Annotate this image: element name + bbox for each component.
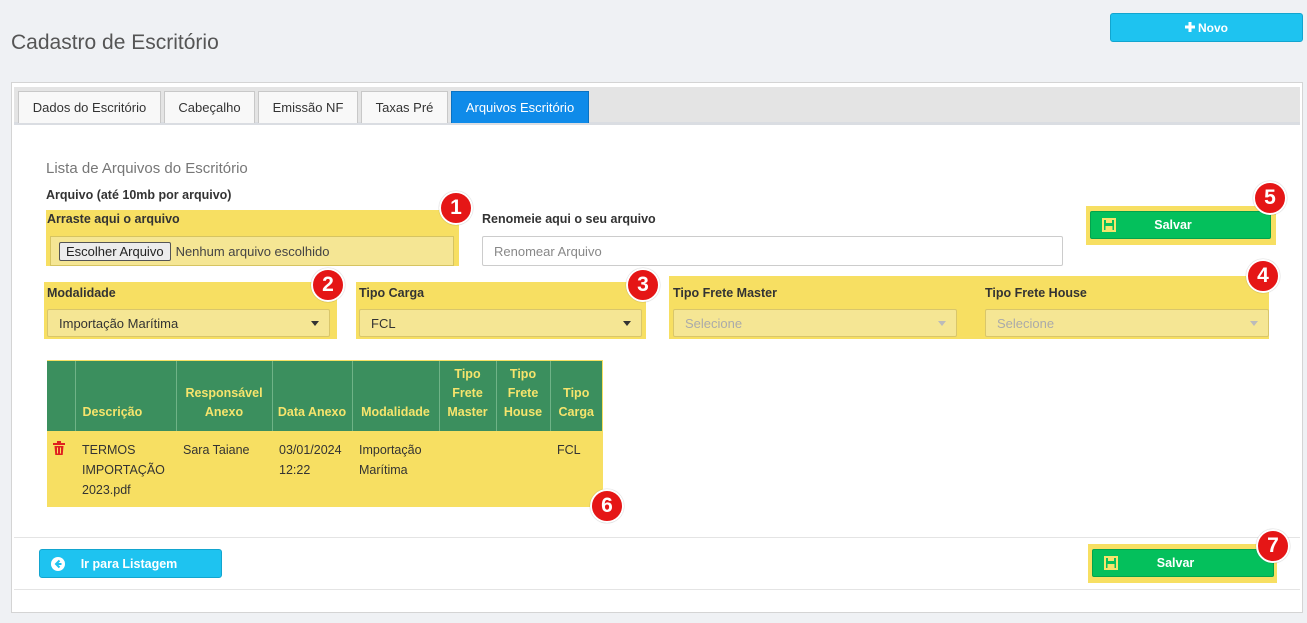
table-header-modalidade: Modalidade bbox=[352, 361, 440, 431]
chevron-down-icon bbox=[938, 320, 946, 326]
file-status: Nenhum arquivo escolhido bbox=[175, 243, 330, 259]
tipo-carga-select[interactable]: FCL bbox=[359, 309, 642, 337]
table-header-descricao: Descrição bbox=[75, 361, 177, 431]
tipo-frete-house-value: Selecione bbox=[997, 315, 1055, 331]
save-icon bbox=[1104, 556, 1118, 570]
marker-1: 1 bbox=[439, 191, 473, 225]
cell-frete-master bbox=[439, 431, 496, 509]
save-button-top-label: Salvar bbox=[1154, 218, 1192, 232]
table-header-actions bbox=[47, 361, 76, 431]
marker-7: 7 bbox=[1256, 529, 1290, 563]
drop-label: Arraste aqui o arquivo bbox=[47, 212, 180, 226]
save-icon bbox=[1102, 218, 1116, 232]
tab-arquivos-escritorio[interactable]: Arquivos Escritório bbox=[451, 91, 589, 123]
tab-taxas-pre[interactable]: Taxas Pré bbox=[361, 91, 448, 123]
cell-frete-house bbox=[496, 431, 550, 509]
chevron-down-icon bbox=[623, 320, 631, 326]
rename-label: Renomeie aqui o seu arquivo bbox=[482, 212, 656, 226]
modalidade-label: Modalidade bbox=[47, 286, 116, 300]
file-input[interactable]: Escolher Arquivo Nenhum arquivo escolhid… bbox=[50, 236, 454, 266]
table-header-frete-house: Tipo Frete House bbox=[496, 361, 551, 431]
trash-icon[interactable] bbox=[53, 441, 65, 461]
go-to-list-button[interactable]: Ir para Listagem bbox=[39, 549, 222, 578]
marker-4: 4 bbox=[1246, 259, 1280, 293]
chevron-down-icon bbox=[311, 320, 319, 326]
footer-divider-top bbox=[14, 537, 1300, 538]
modalidade-value: Importação Marítima bbox=[59, 315, 179, 331]
row-actions bbox=[47, 431, 75, 509]
file-size-label: Arquivo (até 10mb por arquivo) bbox=[46, 188, 232, 202]
choose-file-button[interactable]: Escolher Arquivo bbox=[59, 241, 171, 261]
page-title: Cadastro de Escritório bbox=[11, 31, 219, 54]
save-button-bottom[interactable]: Salvar bbox=[1092, 549, 1274, 577]
arrow-left-circle-icon bbox=[51, 556, 65, 571]
cell-responsavel: Sara Taiane bbox=[183, 443, 250, 457]
marker-5: 5 bbox=[1253, 181, 1287, 215]
file-list-heading: Lista de Arquivos do Escritório bbox=[46, 160, 248, 177]
tipo-frete-master-label: Tipo Frete Master bbox=[673, 286, 777, 300]
table-header-row: Descrição Responsável Anexo Data Anexo M… bbox=[47, 361, 602, 431]
tipo-frete-master-select[interactable]: Selecione bbox=[673, 309, 957, 337]
cell-modalidade: Importação Marítima bbox=[359, 443, 422, 477]
tab-dados-escritorio[interactable]: Dados do Escritório bbox=[18, 91, 161, 123]
marker-6: 6 bbox=[590, 489, 624, 523]
footer-divider-bottom bbox=[14, 589, 1300, 590]
go-to-list-label: Ir para Listagem bbox=[80, 556, 178, 571]
file-table: Descrição Responsável Anexo Data Anexo M… bbox=[47, 361, 602, 509]
rename-input[interactable] bbox=[482, 236, 1063, 266]
tipo-carga-label: Tipo Carga bbox=[359, 286, 425, 300]
table-row: TERMOS IMPORTAÇÃO 2023.pdf Sara Taiane 0… bbox=[47, 431, 602, 509]
new-button-label: Novo bbox=[1198, 20, 1228, 35]
tipo-carga-value: FCL bbox=[371, 315, 396, 331]
tab-emissao-nf[interactable]: Emissão NF bbox=[258, 91, 358, 123]
tipo-frete-house-label: Tipo Frete House bbox=[985, 286, 1087, 300]
marker-2: 2 bbox=[311, 268, 345, 302]
save-button-top[interactable]: Salvar bbox=[1090, 211, 1271, 239]
new-button[interactable]: Novo bbox=[1110, 13, 1303, 42]
cell-descricao: TERMOS IMPORTAÇÃO 2023.pdf bbox=[82, 443, 165, 497]
tab-cabecalho[interactable]: Cabeçalho bbox=[164, 91, 255, 123]
modalidade-select[interactable]: Importação Marítima bbox=[47, 309, 330, 337]
table-header-frete-master: Tipo Frete Master bbox=[439, 361, 497, 431]
table-header-carga: Tipo Carga bbox=[550, 361, 602, 431]
plus-icon bbox=[1185, 21, 1195, 35]
chevron-down-icon bbox=[1250, 320, 1258, 326]
marker-3: 3 bbox=[626, 268, 660, 302]
tipo-frete-master-value: Selecione bbox=[685, 315, 743, 331]
table-header-responsavel: Responsável Anexo bbox=[176, 361, 273, 431]
save-button-bottom-label: Salvar bbox=[1156, 556, 1195, 570]
cell-data: 03/01/2024 12:22 bbox=[279, 443, 342, 477]
table-header-data: Data Anexo bbox=[272, 361, 353, 431]
tipo-frete-house-select[interactable]: Selecione bbox=[985, 309, 1269, 337]
